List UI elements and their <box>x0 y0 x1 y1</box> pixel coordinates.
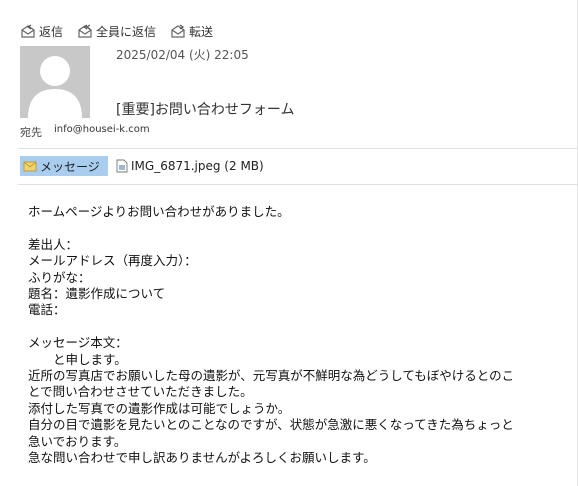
message-body: ホームページよりお問い合わせがありました。 差出人： メールアドレス（再度入力）：… <box>28 204 576 467</box>
message-tab[interactable]: メッセージ <box>20 156 108 176</box>
sender-avatar <box>20 46 90 118</box>
person-silhouette-icon <box>28 56 82 118</box>
envelope-forward-icon <box>171 24 185 38</box>
attachment-file[interactable]: IMG_6871.jpeg (2 MB) <box>116 159 264 173</box>
body-line: 近所の写真店でお願いした母の遺影が、元写真が不鮮明な為どうしてもぼやけるとのこ <box>28 368 515 384</box>
body-line: 急な問い合わせで申し訳ありませんがよろしくお願いします。 <box>28 450 376 466</box>
reply-all-button[interactable]: 全員に返信 <box>77 22 156 40</box>
reading-toolbar: 返信 全員に返信 転送 <box>20 22 213 40</box>
to-label: 宛先 <box>20 126 42 139</box>
body-line: とで問い合わせさせていただきました。 <box>28 384 253 400</box>
attachment-file-label: IMG_6871.jpeg (2 MB) <box>131 159 264 173</box>
forward-button[interactable]: 転送 <box>170 22 213 40</box>
image-file-icon <box>116 159 128 173</box>
body-line <box>28 220 576 236</box>
attachment-bar: メッセージ IMG_6871.jpeg (2 MB) <box>20 156 264 176</box>
attachment-divider <box>18 184 578 185</box>
body-line: と申します。 <box>28 351 127 367</box>
body-line <box>28 319 576 335</box>
envelope-icon <box>23 161 37 172</box>
header-divider <box>18 148 578 149</box>
reply-button[interactable]: 返信 <box>20 22 63 40</box>
forward-label: 転送 <box>189 24 214 39</box>
body-line: メッセージ本文： <box>28 335 128 351</box>
email-subject: [重要]お問い合わせフォーム <box>116 102 295 118</box>
envelope-reply-all-icon <box>78 24 92 38</box>
body-line: 自分の目で遺影を見たいとのことなのですが、状態が急激に悪くなってきた為ちょっと <box>28 417 514 433</box>
body-line: 電話： <box>28 302 66 318</box>
body-line: ホームページよりお問い合わせがありました。 <box>28 204 290 219</box>
envelope-reply-icon <box>21 24 35 38</box>
body-line: ふりがな： <box>28 269 91 285</box>
body-line: 差出人： <box>28 236 79 252</box>
body-line: 添付した写真での遺影作成は可能でしょうか。 <box>28 400 291 416</box>
body-line: メールアドレス（再度入力）： <box>28 253 197 269</box>
recipient-row: 宛先 info@housei-k.com <box>20 124 150 140</box>
to-address[interactable]: info@housei-k.com <box>54 124 150 140</box>
reply-all-label: 全員に返信 <box>96 24 157 39</box>
body-line: 題名：遺影作成について <box>28 286 166 302</box>
message-tab-label: メッセージ <box>40 159 100 174</box>
received-date: 2025/02/04 (火) 22:05 <box>116 48 249 62</box>
reply-label: 返信 <box>39 24 64 39</box>
body-line: 急いでおります。 <box>28 433 127 449</box>
